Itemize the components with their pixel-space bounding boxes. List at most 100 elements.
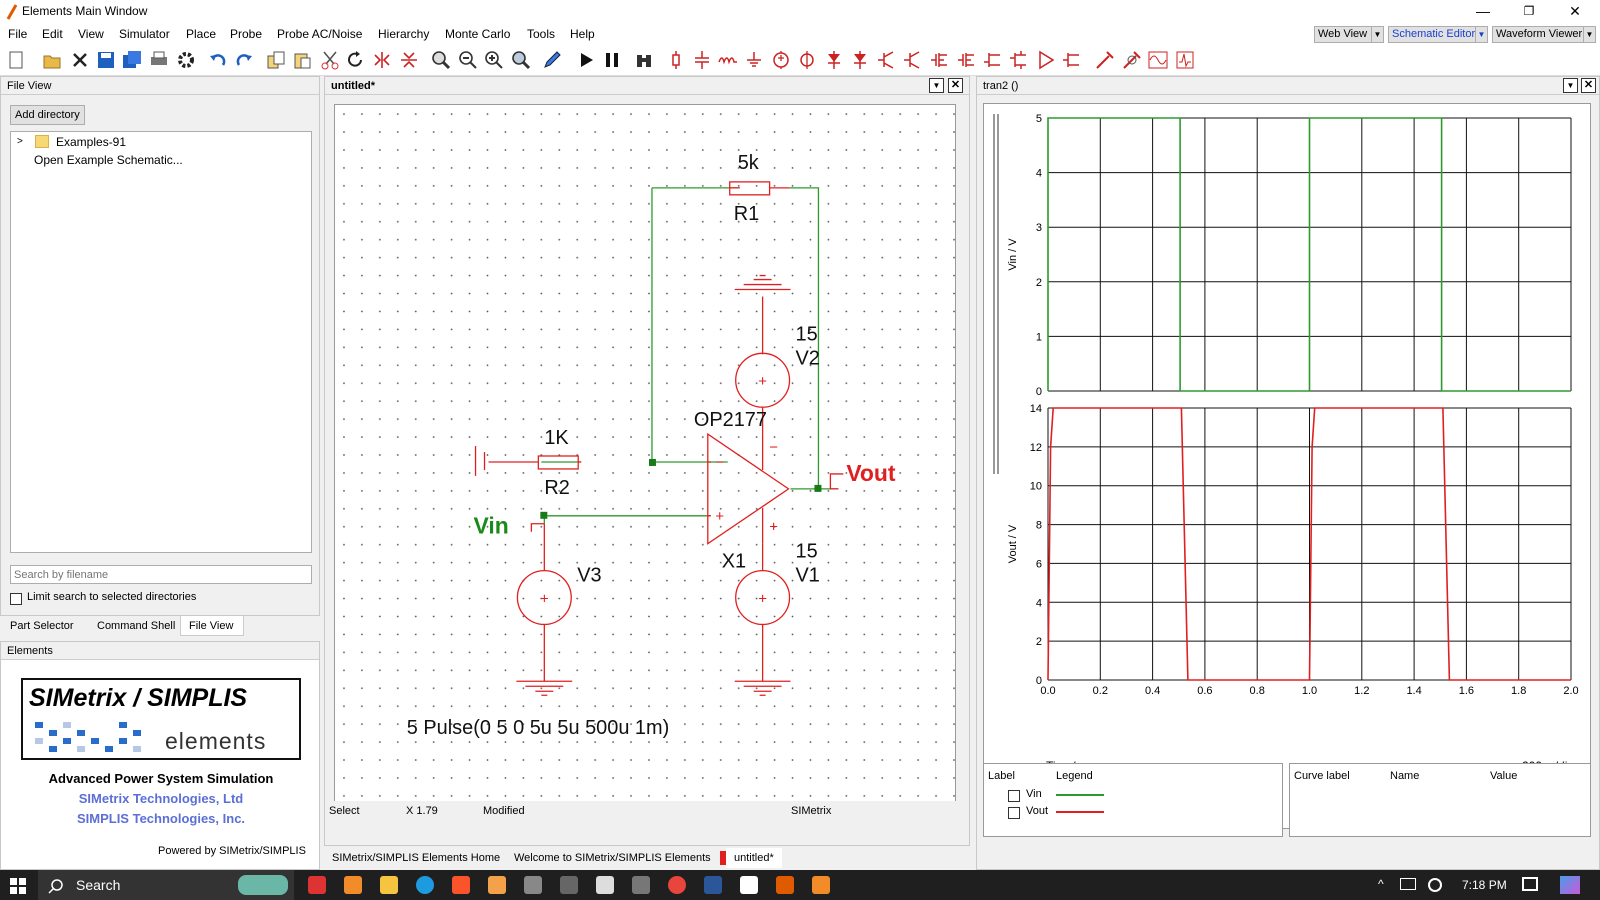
gear-icon[interactable] xyxy=(176,50,196,70)
net-label-vout[interactable]: Vout xyxy=(846,460,896,486)
menu-hierarchy[interactable]: Hierarchy xyxy=(378,27,429,41)
chevron-down-icon[interactable]: ▼ xyxy=(1563,78,1578,93)
app-icon-4[interactable] xyxy=(524,876,542,894)
close-button[interactable]: ✕ xyxy=(1552,0,1598,24)
tab-part-selector[interactable]: Part Selector xyxy=(2,616,82,636)
zener-icon[interactable] xyxy=(850,50,870,70)
add-directory-button[interactable]: Add directory xyxy=(10,105,85,125)
taskbar-search-box[interactable]: Search xyxy=(38,870,294,900)
save-all-icon[interactable] xyxy=(122,50,142,70)
diode-icon[interactable] xyxy=(824,50,844,70)
calculator-icon[interactable] xyxy=(632,876,650,894)
mirror-icon[interactable] xyxy=(399,50,419,70)
volume-icon[interactable] xyxy=(1428,878,1442,892)
menu-view[interactable]: View xyxy=(78,27,104,41)
tree-item-open-example[interactable]: Open Example Schematic... xyxy=(34,153,183,167)
pnp-icon[interactable] xyxy=(903,50,923,70)
run-icon[interactable] xyxy=(576,50,596,70)
current-source-icon[interactable] xyxy=(797,50,817,70)
menu-probe[interactable]: Probe xyxy=(230,27,262,41)
tab-welcome[interactable]: Welcome to SIMetrix/SIMPLIS Elements xyxy=(506,848,719,868)
word-icon[interactable] xyxy=(704,876,722,894)
windows-start-icon[interactable] xyxy=(10,878,26,894)
app-icon-5[interactable] xyxy=(560,876,578,894)
schematic-editor-button[interactable]: Schematic Editor ▼ xyxy=(1388,26,1488,43)
app-icon-3[interactable] xyxy=(488,876,506,894)
tab-file-view[interactable]: File View xyxy=(180,616,244,636)
new-file-icon[interactable] xyxy=(6,50,26,70)
save-icon[interactable] xyxy=(96,50,116,70)
igbt-icon[interactable] xyxy=(1009,50,1029,70)
search-input[interactable] xyxy=(10,565,312,584)
binoculars-icon[interactable] xyxy=(634,50,654,70)
limit-search-checkbox[interactable] xyxy=(10,593,22,605)
redo-icon[interactable] xyxy=(234,50,254,70)
chevron-right-icon[interactable]: > xyxy=(17,136,23,147)
menu-simulator[interactable]: Simulator xyxy=(119,27,170,41)
copy-icon[interactable] xyxy=(266,50,286,70)
app-icon-1[interactable] xyxy=(308,876,326,894)
probe-fft-icon[interactable] xyxy=(1175,50,1195,70)
notification-icon[interactable] xyxy=(1522,877,1538,891)
menu-file[interactable]: File xyxy=(8,27,27,41)
menu-probe-ac-noise[interactable]: Probe AC/Noise xyxy=(277,27,362,41)
net-label-vin[interactable]: Vin xyxy=(474,513,509,539)
capacitor-icon[interactable] xyxy=(692,50,712,70)
flip-icon[interactable] xyxy=(372,50,392,70)
company-link-1[interactable]: SIMetrix Technologies, Ltd xyxy=(1,791,321,806)
menu-help[interactable]: Help xyxy=(570,27,595,41)
pencil-icon[interactable] xyxy=(542,50,562,70)
opamp-icon[interactable] xyxy=(1036,50,1056,70)
nmos-icon[interactable] xyxy=(930,50,950,70)
npn-icon[interactable] xyxy=(877,50,897,70)
menu-place[interactable]: Place xyxy=(186,27,216,41)
pause-icon[interactable] xyxy=(602,50,622,70)
vin-checkbox[interactable] xyxy=(1008,790,1020,802)
battery-icon[interactable] xyxy=(1400,878,1416,890)
close-schematic-button[interactable]: ✕ xyxy=(948,78,963,93)
web-view-button[interactable]: Web View ▼ xyxy=(1314,26,1384,43)
maximize-button[interactable]: ❐ xyxy=(1506,0,1552,24)
tab-command-shell[interactable]: Command Shell xyxy=(89,616,183,636)
zoom-out-icon[interactable] xyxy=(458,50,478,70)
print-icon[interactable] xyxy=(149,50,169,70)
tray-chevron-icon[interactable]: ^ xyxy=(1378,877,1384,891)
resistor-icon[interactable] xyxy=(666,50,686,70)
paste-icon[interactable] xyxy=(292,50,312,70)
vout-plot[interactable]: 024681012140.0 0.2 0.4 0.6 0.8 1.0 1.2 1.4 1.6 1.… xyxy=(1007,403,1579,697)
file-explorer-icon[interactable] xyxy=(380,876,398,894)
cut-icon[interactable] xyxy=(320,50,340,70)
zoom-box-icon[interactable] xyxy=(511,50,531,70)
company-link-2[interactable]: SIMPLIS Technologies, Inc. xyxy=(1,811,321,826)
app-icon-2[interactable] xyxy=(344,876,362,894)
minimize-button[interactable]: — xyxy=(1460,0,1506,24)
app-icon-8[interactable] xyxy=(812,876,830,894)
rotate-icon[interactable] xyxy=(345,50,365,70)
menu-monte-carlo[interactable]: Monte Carlo xyxy=(445,27,510,41)
zoom-fit-icon[interactable] xyxy=(431,50,451,70)
jfet-icon[interactable] xyxy=(983,50,1003,70)
zoom-in-icon[interactable] xyxy=(484,50,504,70)
simetrix-taskbar-icon[interactable] xyxy=(596,876,614,894)
schematic-canvas[interactable]: + + + − + − + 5k R1 1K R2 15 V2 15 V1 V3… xyxy=(334,104,956,806)
probe-voltage-icon[interactable] xyxy=(1095,50,1115,70)
menu-edit[interactable]: Edit xyxy=(42,27,63,41)
close-x-icon[interactable] xyxy=(70,50,90,70)
chevron-down-icon[interactable]: ▼ xyxy=(929,78,944,93)
vin-plot[interactable]: 0 1 2 3 4 5 Vin / V xyxy=(1007,113,1572,398)
vout-checkbox[interactable] xyxy=(1008,807,1020,819)
tab-untitled[interactable]: untitled* xyxy=(726,848,782,868)
waveform-viewer-button[interactable]: Waveform Viewer ▼ xyxy=(1492,26,1596,43)
waveform-icon[interactable] xyxy=(1148,50,1168,70)
probe-current-icon[interactable] xyxy=(1122,50,1142,70)
app-icon-6[interactable] xyxy=(740,876,758,894)
undo-icon[interactable] xyxy=(208,50,228,70)
tab-elements-home[interactable]: SIMetrix/SIMPLIS Elements Home xyxy=(324,848,508,868)
brave-icon[interactable] xyxy=(452,876,470,894)
app-icon-7[interactable] xyxy=(776,876,794,894)
tree-item-examples[interactable]: Examples-91 xyxy=(56,135,126,149)
inductor-icon[interactable] xyxy=(718,50,738,70)
pmos-icon[interactable] xyxy=(957,50,977,70)
waveform-canvas[interactable]: 012345Vin / V 024681012140.0 0.2 0.4 0.6 0.8… xyxy=(983,103,1591,829)
switch-icon[interactable] xyxy=(1062,50,1082,70)
